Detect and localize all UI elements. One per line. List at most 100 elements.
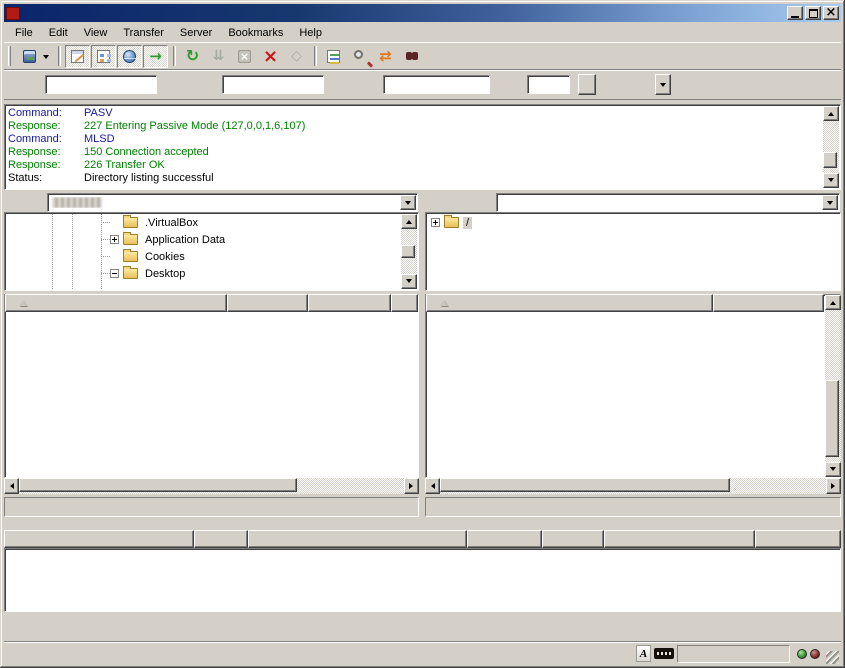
scrollbar-thumb[interactable] xyxy=(401,245,415,258)
remote-file-list xyxy=(425,294,841,478)
queue-list[interactable] xyxy=(4,548,841,612)
folder-icon xyxy=(123,217,138,228)
log-line: Response: 227 Entering Passive Mode (127… xyxy=(8,120,821,133)
remote-list-hscrollbar[interactable] xyxy=(425,478,841,494)
scrollbar-track[interactable] xyxy=(440,478,826,494)
tree-item[interactable]: / xyxy=(427,214,839,231)
toolbar-button[interactable] xyxy=(373,45,398,68)
column-header-filename[interactable] xyxy=(5,294,227,312)
tree-item[interactable]: Cookies xyxy=(6,248,400,265)
redacted-username xyxy=(52,197,102,208)
expander-icon[interactable] xyxy=(431,218,440,227)
password-input[interactable] xyxy=(383,75,490,94)
scrollbar-thumb[interactable] xyxy=(825,380,839,457)
menu-item[interactable]: Help xyxy=(291,25,330,41)
scroll-down-button[interactable] xyxy=(825,462,841,477)
folder-icon xyxy=(123,251,138,262)
tree-item[interactable]: Application Data xyxy=(6,231,400,248)
local-site-combo[interactable] xyxy=(47,193,418,212)
column-header-empty xyxy=(755,530,841,548)
toolbar-button[interactable] xyxy=(91,45,116,68)
scrollbar-track[interactable] xyxy=(401,229,417,274)
tree-item[interactable]: Desktop xyxy=(6,265,400,282)
scrollbar-thumb[interactable] xyxy=(823,152,837,168)
log-line: Command: PASV xyxy=(8,107,821,120)
toolbar-button[interactable] xyxy=(347,45,372,68)
toolbar-button[interactable] xyxy=(399,45,424,68)
toolbar-button[interactable] xyxy=(143,45,168,68)
toolbar-button[interactable] xyxy=(180,45,205,68)
host-input[interactable] xyxy=(45,75,157,94)
column-header-filesize[interactable] xyxy=(713,294,824,312)
titlebar[interactable] xyxy=(4,4,841,22)
resize-grip[interactable] xyxy=(826,651,839,664)
toolbar-button[interactable] xyxy=(321,45,346,68)
toolbar-button[interactable] xyxy=(58,46,61,66)
menu-item[interactable]: Edit xyxy=(41,25,76,41)
cancel-operation-icon xyxy=(238,50,251,63)
local-tree-scrollbar[interactable] xyxy=(401,214,417,289)
minimize-button[interactable] xyxy=(787,6,803,20)
scrollbar-track[interactable] xyxy=(825,310,841,462)
close-button[interactable] xyxy=(823,6,839,20)
scroll-right-button[interactable] xyxy=(826,478,841,494)
local-site-dropdown-button[interactable] xyxy=(400,195,416,210)
log-line-label: Status: xyxy=(8,172,84,185)
remote-site-combo[interactable] xyxy=(496,193,840,212)
port-input[interactable] xyxy=(527,75,570,94)
column-header-filename[interactable] xyxy=(426,294,713,312)
led-green-icon xyxy=(797,649,807,659)
column-header-server-local-file[interactable] xyxy=(4,530,194,548)
menu-item[interactable]: Transfer xyxy=(115,25,172,41)
column-header-lastmodified[interactable] xyxy=(391,294,418,312)
scrollbar-track[interactable] xyxy=(19,478,404,494)
menu-item[interactable]: View xyxy=(76,25,116,41)
remote-site-dropdown-button[interactable] xyxy=(822,195,838,210)
scroll-right-button[interactable] xyxy=(404,478,419,494)
toolbar-button[interactable] xyxy=(117,45,142,68)
maximize-button[interactable] xyxy=(805,6,821,20)
toolbar-button[interactable] xyxy=(314,46,317,66)
column-header-status[interactable] xyxy=(604,530,755,548)
toolbar-button[interactable] xyxy=(173,46,176,66)
column-header-size[interactable] xyxy=(467,530,542,548)
scroll-up-button[interactable] xyxy=(823,106,839,121)
toolbar-button[interactable] xyxy=(65,45,90,68)
toolbar-button[interactable] xyxy=(258,45,283,68)
column-header-priority[interactable] xyxy=(542,530,604,548)
menu-item[interactable]: Bookmarks xyxy=(220,25,291,41)
scrollbar-track[interactable] xyxy=(823,121,839,173)
scroll-down-button[interactable] xyxy=(823,173,839,188)
scroll-up-button[interactable] xyxy=(825,295,841,310)
arrow-up-icon xyxy=(830,298,836,305)
column-header-filesize[interactable] xyxy=(227,294,308,312)
scrollbar-thumb[interactable] xyxy=(440,478,730,492)
local-directory-tree: .VirtualBox Application Data Cookies Des… xyxy=(4,212,419,291)
site-manager-icon xyxy=(23,50,36,63)
local-selection-status xyxy=(4,497,419,517)
arrow-up-icon xyxy=(406,217,412,224)
local-list-hscrollbar[interactable] xyxy=(4,478,419,494)
menu-item[interactable]: File xyxy=(7,25,41,41)
column-header-remote-file[interactable] xyxy=(248,530,467,548)
scroll-left-button[interactable] xyxy=(425,478,440,494)
quickconnect-button[interactable] xyxy=(578,74,596,95)
scrollbar-thumb[interactable] xyxy=(19,478,297,492)
tree-item[interactable]: .VirtualBox xyxy=(6,214,400,231)
column-header-direction[interactable] xyxy=(194,530,248,548)
expander-icon[interactable] xyxy=(110,269,119,278)
remote-list-scrollbar[interactable] xyxy=(825,295,841,477)
quickconnect-dropdown-button[interactable] xyxy=(655,74,671,95)
scroll-down-button[interactable] xyxy=(401,274,417,289)
toolbar-button[interactable] xyxy=(15,45,53,68)
username-input[interactable] xyxy=(222,75,324,94)
column-header-filetype[interactable] xyxy=(308,294,391,312)
log-line-text: 227 Entering Passive Mode (127,0,0,1,6,1… xyxy=(84,120,305,133)
toolbar-grip[interactable] xyxy=(8,46,11,66)
menu-item[interactable]: Server xyxy=(172,25,220,41)
scroll-up-button[interactable] xyxy=(401,214,417,229)
log-scrollbar[interactable] xyxy=(823,106,839,188)
expander-icon[interactable] xyxy=(110,235,119,244)
scroll-left-button[interactable] xyxy=(4,478,19,494)
refresh-icon xyxy=(184,47,202,65)
